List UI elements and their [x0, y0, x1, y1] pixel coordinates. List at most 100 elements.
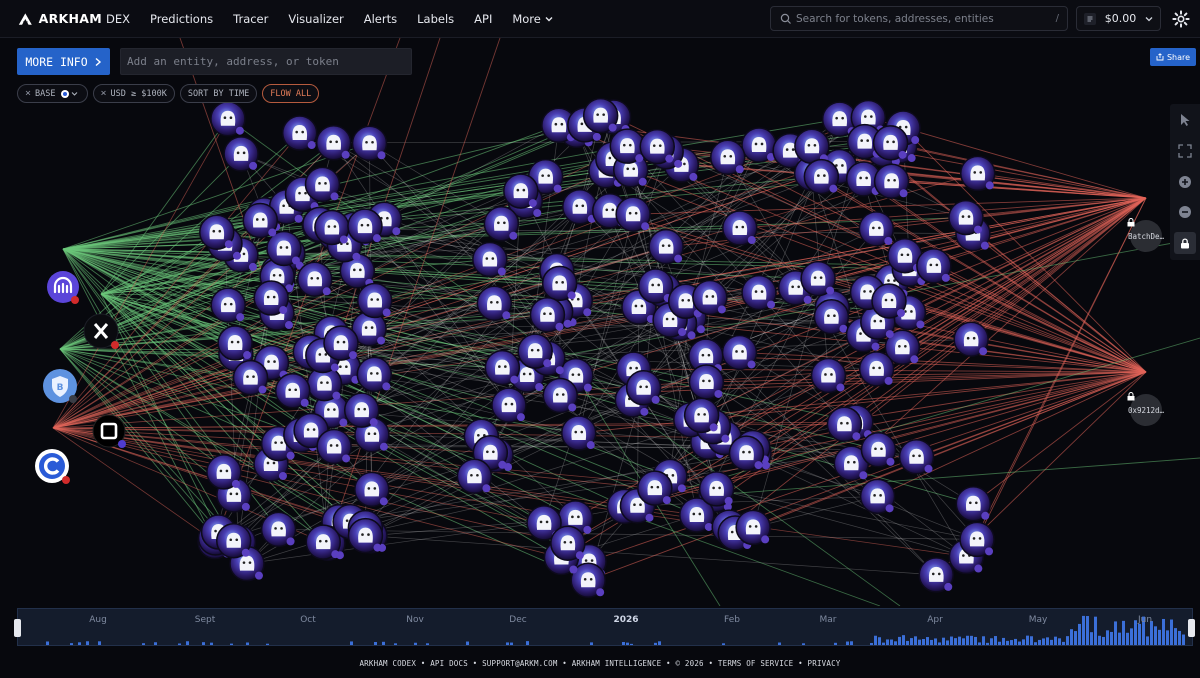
footer-link-intelligence[interactable]: ARKHAM INTELLIGENCE: [572, 659, 662, 668]
entity-node[interactable]: [316, 428, 352, 465]
entity-node[interactable]: [529, 296, 566, 333]
entity-node[interactable]: [873, 163, 910, 200]
entity-node[interactable]: [503, 173, 539, 209]
entity-node[interactable]: [210, 100, 246, 137]
nav-api[interactable]: API: [474, 12, 492, 26]
entity-node[interactable]: [242, 202, 279, 239]
entity-node[interactable]: [206, 454, 242, 490]
entity-node[interactable]: [356, 282, 393, 319]
more-info-button[interactable]: MORE INFO: [17, 48, 110, 75]
entity-node[interactable]: [918, 557, 955, 593]
nav-labels[interactable]: Labels: [417, 12, 454, 26]
footer-link-codex[interactable]: ARKHAM CODEX: [359, 659, 416, 668]
entity-node[interactable]: [323, 325, 359, 361]
entity-node[interactable]: [916, 248, 952, 284]
entity-search-input[interactable]: [120, 48, 412, 75]
entity-node[interactable]: [609, 128, 646, 164]
entity-node[interactable]: [517, 333, 553, 369]
entity-node[interactable]: [803, 158, 840, 195]
fit-view-icon[interactable]: [1177, 143, 1193, 159]
entity-node[interactable]: [721, 334, 758, 371]
entity-node[interactable]: [356, 356, 393, 393]
entity-node[interactable]: [456, 458, 493, 495]
graph-canvas[interactable]: B BatchDe… 0x9212d…: [0, 38, 1200, 606]
entity-node[interactable]: [343, 392, 380, 428]
entity-node[interactable]: [484, 349, 521, 386]
entity-node[interactable]: [550, 525, 586, 562]
entity-node[interactable]: [582, 97, 619, 134]
shield-entity-node[interactable]: B: [42, 368, 80, 406]
entity-node[interactable]: [210, 287, 246, 323]
entity-node[interactable]: [314, 209, 350, 246]
close-icon[interactable]: ×: [25, 88, 31, 99]
entity-node[interactable]: [741, 274, 777, 311]
chip-flow-all[interactable]: FLOW ALL: [262, 84, 320, 103]
entity-node[interactable]: [722, 210, 758, 246]
nav-tracer[interactable]: Tracer: [233, 12, 268, 26]
entity-node[interactable]: [948, 199, 984, 236]
entity-node[interactable]: [810, 357, 847, 394]
gear-icon[interactable]: [1172, 10, 1190, 28]
nav-alerts[interactable]: Alerts: [364, 12, 397, 26]
entity-node[interactable]: [813, 298, 850, 335]
wallet-balance-button[interactable]: $0.00: [1076, 6, 1161, 31]
share-button[interactable]: Share: [1150, 48, 1196, 66]
timeline-scrubber[interactable]: Aug Sept Oct Nov Dec 2026 Feb Mar Apr Ma…: [14, 608, 1195, 646]
entity-node[interactable]: [871, 283, 907, 319]
entity-node[interactable]: [615, 196, 651, 232]
chip-sort-by-time[interactable]: SORT BY TIME: [179, 84, 258, 103]
chip-chain-base[interactable]: × BASE: [17, 84, 88, 103]
entity-node[interactable]: [872, 125, 909, 161]
entity-node[interactable]: [735, 509, 771, 546]
entity-node[interactable]: [728, 435, 765, 471]
nav-visualizer[interactable]: Visualizer: [288, 12, 343, 26]
entity-node[interactable]: [826, 406, 863, 442]
entity-node[interactable]: [692, 279, 728, 316]
entity-node[interactable]: [304, 166, 341, 203]
entity-node[interactable]: [281, 115, 318, 151]
brand-logo[interactable]: ARKHAM: [18, 11, 102, 27]
entity-node[interactable]: [347, 208, 383, 244]
entity-node[interactable]: [253, 280, 289, 316]
entity-node[interactable]: [199, 214, 235, 250]
entity-node[interactable]: [542, 377, 578, 414]
entity-node[interactable]: [637, 268, 674, 304]
entity-node[interactable]: [688, 364, 725, 400]
entity-node[interactable]: [858, 211, 895, 247]
entity-node[interactable]: [351, 125, 388, 161]
search-input[interactable]: [792, 11, 1056, 26]
entity-node[interactable]: [561, 415, 597, 451]
entity-node[interactable]: [476, 285, 513, 322]
entity-node[interactable]: [859, 478, 896, 515]
entity-node[interactable]: [639, 128, 675, 165]
chip-usd-threshold[interactable]: × USD ≥ $100K: [92, 84, 175, 103]
entity-node[interactable]: [274, 372, 311, 409]
entity-node[interactable]: [216, 523, 252, 559]
entity-node[interactable]: [223, 136, 259, 172]
entity-node[interactable]: [354, 471, 390, 508]
footer-link-privacy[interactable]: PRIVACY: [808, 659, 841, 668]
entity-node[interactable]: [648, 228, 684, 265]
entity-node[interactable]: [955, 486, 992, 522]
cursor-icon[interactable]: [1177, 112, 1193, 128]
zoom-in-icon[interactable]: [1177, 174, 1193, 190]
entity-node[interactable]: [794, 128, 830, 165]
close-icon[interactable]: ×: [101, 88, 107, 99]
footer-link-api-docs[interactable]: API DOCS: [430, 659, 468, 668]
entity-node[interactable]: [741, 127, 777, 163]
entity-node[interactable]: [541, 265, 578, 302]
entity-node[interactable]: [959, 521, 995, 558]
entity-node[interactable]: [266, 230, 302, 267]
entity-node[interactable]: [710, 139, 746, 176]
nav-more-menu[interactable]: More: [512, 12, 554, 26]
entity-node[interactable]: [297, 261, 333, 298]
entity-node[interactable]: [315, 125, 352, 161]
entity-node[interactable]: [232, 359, 269, 396]
footer-link-terms[interactable]: TERMS OF SERVICE: [718, 659, 793, 668]
entity-node[interactable]: [305, 524, 342, 560]
entity-node[interactable]: [698, 471, 735, 507]
entity-node[interactable]: [858, 351, 895, 387]
timeline-end-handle[interactable]: [1188, 619, 1195, 637]
lock-toggle-button[interactable]: [1174, 232, 1196, 254]
zoom-out-icon[interactable]: [1177, 204, 1193, 220]
